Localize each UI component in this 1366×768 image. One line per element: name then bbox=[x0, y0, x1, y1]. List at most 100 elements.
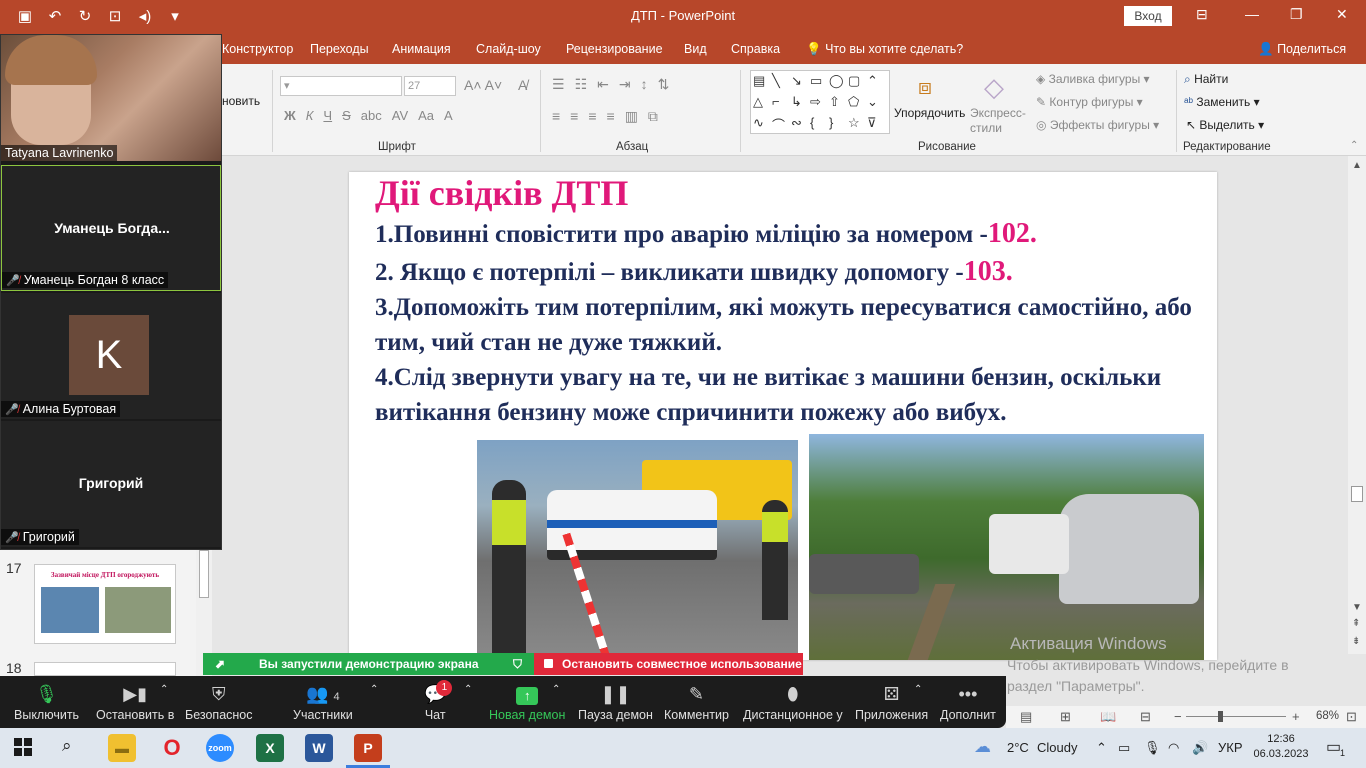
stop-video-button[interactable]: ▶▮ Остановить в bbox=[96, 682, 174, 722]
wifi-icon[interactable]: ◠ bbox=[1168, 740, 1179, 756]
spacing-icon[interactable]: AV bbox=[392, 108, 408, 123]
zoom-in-icon[interactable]: + bbox=[1292, 709, 1300, 724]
language-indicator[interactable]: УКР bbox=[1218, 740, 1243, 755]
microphone-icon[interactable]: 🎙 bbox=[1144, 740, 1161, 756]
zoom-app-icon[interactable]: zoom bbox=[206, 734, 234, 762]
slide-thumbnail[interactable] bbox=[34, 662, 176, 676]
pause-share-button[interactable]: ❚❚ Пауза демон bbox=[578, 682, 653, 722]
rect-shape-icon[interactable]: ▭ bbox=[810, 73, 828, 93]
connector-shape-icon[interactable]: ↳ bbox=[791, 94, 809, 114]
curve-shape-icon[interactable]: ∿ bbox=[753, 115, 771, 135]
strike-icon[interactable]: abc bbox=[361, 108, 382, 123]
select-button[interactable]: ↖ Выделить ▾ bbox=[1186, 118, 1264, 132]
pentagon-shape-icon[interactable]: ⬠ bbox=[848, 94, 866, 114]
tab-review[interactable]: Рецензирование bbox=[566, 42, 663, 56]
justify-icon[interactable]: ≡ bbox=[607, 108, 615, 125]
chevron-up-icon[interactable]: ⌃ bbox=[370, 684, 378, 695]
share-button[interactable]: 👤 Поделиться bbox=[1258, 42, 1346, 57]
zoom-out-icon[interactable]: − bbox=[1174, 709, 1182, 724]
shape-outline-button[interactable]: ✎ Контур фигуры ▾ bbox=[1036, 95, 1143, 109]
chat-button[interactable]: 💬 1 Чат bbox=[424, 680, 453, 722]
tab-help[interactable]: Справка bbox=[731, 42, 780, 56]
indent-less-icon[interactable]: ⇤ bbox=[597, 76, 609, 93]
grow-font-icon[interactable]: A˄ A˅ bbox=[464, 77, 502, 93]
slide-body[interactable]: 1.Повинні сповістити про аварію міліцію … bbox=[375, 216, 1195, 430]
brace-left-shape-icon[interactable]: { bbox=[810, 115, 828, 135]
smartart-icon[interactable]: ⧉ bbox=[648, 108, 658, 125]
case-icon[interactable]: Aa bbox=[418, 108, 434, 123]
volume-icon[interactable]: 🔊 bbox=[1192, 740, 1208, 756]
find-button[interactable]: ⌕ Найти bbox=[1184, 72, 1228, 87]
ribbon-partial-label[interactable]: новить bbox=[222, 94, 260, 108]
clear-format-icon[interactable]: A̸ bbox=[518, 77, 527, 93]
font-color-icon[interactable]: A bbox=[444, 108, 453, 123]
remote-control-button[interactable]: ⬮ Дистанционное у bbox=[743, 682, 843, 722]
powerpoint-icon[interactable]: P bbox=[346, 734, 390, 768]
weather-temp[interactable]: 2°C bbox=[1007, 740, 1029, 755]
replace-button[interactable]: ᵃᵇ Заменить ▾ bbox=[1184, 95, 1260, 109]
freeform-shape-icon[interactable]: ∾ bbox=[791, 115, 809, 135]
next-slide-icon[interactable]: ⇟ bbox=[1352, 636, 1360, 647]
quick-styles-button[interactable]: Экспресс-стили bbox=[970, 106, 1030, 136]
slide-scrollbar[interactable]: ▲ ▼ ⇞ ⇟ bbox=[1348, 156, 1366, 654]
up-arrow-shape-icon[interactable]: ⇧ bbox=[829, 94, 847, 114]
arrange-button[interactable]: Упорядочить bbox=[894, 106, 965, 120]
rounded-rect-shape-icon[interactable]: ▢ bbox=[848, 73, 866, 93]
font-size-combo[interactable]: 27 bbox=[404, 76, 456, 96]
participants-button[interactable]: 👥 4 Участники bbox=[293, 682, 353, 722]
minimize-icon[interactable]: — bbox=[1245, 6, 1259, 22]
more-shapes-icon[interactable]: ⊽ bbox=[867, 115, 885, 135]
slide-heading[interactable]: Дії свідків ДТП bbox=[375, 172, 628, 214]
ribbon-display-icon[interactable]: ⊟ bbox=[1196, 6, 1208, 23]
more-button[interactable]: ••• Дополнит bbox=[940, 682, 996, 722]
slide-thumbnail[interactable]: Зазвичай місце ДТП огороджують bbox=[34, 564, 176, 644]
annotate-button[interactable]: ✎ Комментир bbox=[664, 682, 729, 722]
arc-shape-icon[interactable]: ⌒ bbox=[772, 115, 790, 135]
elbow-shape-icon[interactable]: ⌐ bbox=[772, 94, 790, 114]
battery-icon[interactable]: ▭ bbox=[1118, 740, 1130, 756]
notification-icon[interactable]: ▭ bbox=[1326, 737, 1341, 757]
numbering-icon[interactable]: ☷ bbox=[575, 76, 588, 93]
align-center-icon[interactable]: ≡ bbox=[570, 108, 578, 125]
security-button[interactable]: ⛨ Безопаснос bbox=[185, 682, 253, 722]
align-left-icon[interactable]: ≡ bbox=[552, 108, 560, 125]
zoom-slider-thumb[interactable] bbox=[1218, 711, 1223, 722]
columns-icon[interactable]: ▥ bbox=[625, 108, 638, 125]
participant-tile[interactable]: Григорий 🎤̸ Григорий bbox=[1, 421, 221, 547]
participant-tile[interactable]: Уманець Богда... 🎤̸ Уманець Богдан 8 клас… bbox=[1, 165, 221, 291]
slide-sorter-icon[interactable]: ⊞ bbox=[1060, 709, 1071, 725]
scroll-up-icon[interactable]: ⌃ bbox=[867, 73, 885, 93]
strikethrough-icon[interactable]: S bbox=[342, 108, 351, 123]
align-right-icon[interactable]: ≡ bbox=[588, 108, 596, 125]
italic-icon[interactable]: К bbox=[306, 108, 314, 123]
text-direction-icon[interactable]: ⇅ bbox=[658, 76, 670, 93]
shape-fill-button[interactable]: ◈ Заливка фигуры ▾ bbox=[1036, 72, 1150, 86]
opera-icon[interactable]: O bbox=[158, 734, 186, 762]
search-icon[interactable]: ⌕ bbox=[62, 736, 72, 756]
triangle-shape-icon[interactable]: △ bbox=[753, 94, 771, 114]
underline-icon[interactable]: Ч bbox=[323, 108, 332, 123]
clock[interactable]: 12:36 06.03.2023 bbox=[1252, 732, 1310, 762]
mute-button[interactable]: 🎙 Выключить bbox=[14, 682, 79, 722]
chevron-up-icon[interactable]: ⌃ bbox=[914, 684, 922, 695]
scroll-down-icon[interactable]: ▼ bbox=[1352, 602, 1362, 613]
restore-icon[interactable]: ❐ bbox=[1290, 6, 1303, 23]
word-icon[interactable]: W bbox=[305, 734, 333, 762]
shapes-gallery[interactable]: ▤ ╲ ↘ ▭ ◯ ▢ ⌃ △ ⌐ ↳ ⇨ ⇧ ⬠ ⌄ ∿ ⌒ ∾{} ☆ ⊽ bbox=[750, 70, 890, 134]
bullets-icon[interactable]: ☰ bbox=[552, 76, 565, 93]
zoom-level[interactable]: 68% bbox=[1316, 710, 1339, 722]
slide[interactable]: Дії свідків ДТП 1.Повинні сповістити про… bbox=[349, 172, 1217, 660]
bold-icon[interactable]: Ж bbox=[284, 108, 296, 123]
participant-tile[interactable]: K 🎤̸ Алина Буртовая bbox=[1, 293, 221, 419]
tab-slideshow[interactable]: Слайд-шоу bbox=[476, 42, 541, 56]
brace-right-shape-icon[interactable]: } bbox=[829, 115, 847, 135]
scroll-down-icon[interactable]: ⌄ bbox=[867, 94, 885, 114]
tab-design[interactable]: Конструктор bbox=[222, 42, 293, 56]
right-arrow-shape-icon[interactable]: ⇨ bbox=[810, 94, 828, 114]
tab-transitions[interactable]: Переходы bbox=[310, 42, 369, 56]
file-explorer-icon[interactable]: ▬ bbox=[108, 734, 136, 762]
scrollbar-thumb[interactable] bbox=[199, 550, 209, 598]
font-name-combo[interactable]: ▾ bbox=[280, 76, 402, 96]
scrollbar-thumb[interactable] bbox=[1351, 486, 1363, 502]
chevron-up-icon[interactable]: ⌃ bbox=[1096, 740, 1107, 756]
